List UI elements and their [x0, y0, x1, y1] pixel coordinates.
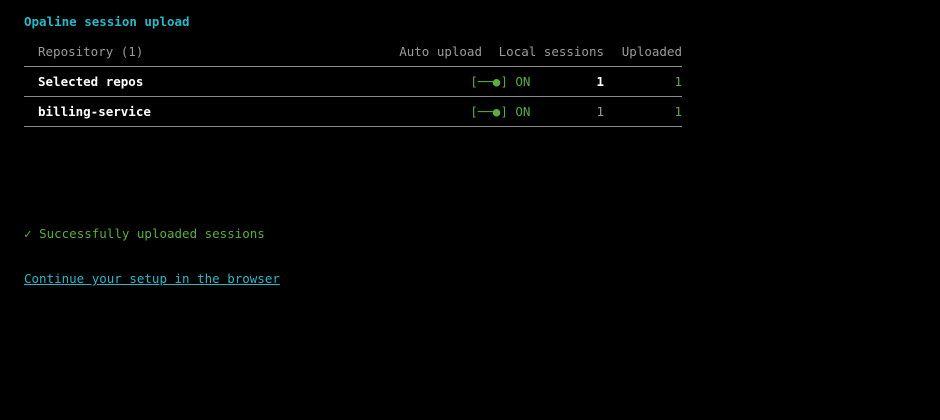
local-sessions-count: 1	[596, 74, 604, 89]
header-uploaded: Uploaded	[621, 44, 682, 59]
uploaded-count: 1	[674, 104, 682, 119]
success-message: ✓ Successfully uploaded sessions	[24, 226, 280, 241]
local-sessions-count: 1	[596, 104, 604, 119]
upload-screen: Opaline session upload Repository (1) Au…	[24, 14, 682, 127]
repository-name: Selected repos	[38, 74, 144, 89]
uploaded-count: 1	[674, 74, 682, 89]
continue-setup-link[interactable]: Continue your setup in the browser	[24, 271, 280, 287]
header-auto-upload: Auto upload	[399, 44, 482, 59]
header-repository: Repository (1)	[38, 44, 144, 59]
header-local-sessions: Local sessions	[498, 44, 604, 59]
table-row-selected-repos[interactable]: Selected repos [──●] ON 1 1	[24, 67, 682, 97]
success-text: Successfully uploaded sessions	[39, 226, 265, 241]
auto-upload-toggle[interactable]: [──●] ON	[388, 89, 530, 134]
repository-table: Repository (1) Auto upload Local session…	[24, 37, 682, 127]
checkmark-icon: ✓	[24, 226, 32, 241]
status-area: ✓ Successfully uploaded sessions Continu…	[24, 196, 280, 302]
page-title: Opaline session upload	[24, 14, 190, 29]
repository-name: billing-service	[38, 104, 151, 119]
table-row-billing-service[interactable]: billing-service [──●] ON 1 1	[24, 97, 682, 127]
table-header-row: Repository (1) Auto upload Local session…	[24, 37, 682, 67]
